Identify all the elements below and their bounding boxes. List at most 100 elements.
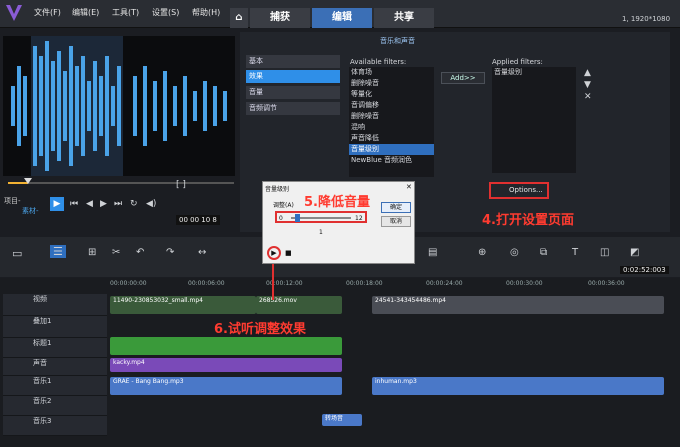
track-video[interactable]: 视频 — [3, 294, 107, 316]
storyboard-view-icon[interactable]: ▭ — [12, 247, 22, 260]
list-item[interactable]: 音调偏移 — [349, 100, 434, 111]
menu-edit[interactable]: 编辑(E) — [72, 7, 99, 18]
track-label: 声音 — [33, 359, 47, 367]
voice-clip[interactable]: kacky.mp4 — [110, 358, 342, 372]
mask-icon[interactable]: ◫ — [600, 247, 609, 258]
preview-window[interactable] — [3, 36, 235, 176]
track-music2[interactable]: 音乐2 — [3, 396, 107, 416]
slider-value: 1 — [319, 229, 323, 236]
category-basic[interactable]: 基本 — [246, 55, 340, 68]
timeline-view-icon[interactable]: ☰ — [50, 245, 66, 258]
menu-file[interactable]: 文件(F) — [34, 7, 61, 18]
move-down-icon[interactable]: ▼ — [584, 80, 591, 90]
list-item[interactable]: 删除噪音 — [349, 78, 434, 89]
move-up-icon[interactable]: ▲ — [584, 68, 591, 78]
tab-capture[interactable]: 捕获 — [250, 8, 310, 28]
options-button[interactable]: Options... — [489, 182, 549, 199]
adjust-label: 调整(A) — [273, 202, 294, 209]
track-overlay1[interactable]: 叠加1 — [3, 316, 107, 338]
list-item[interactable]: 等量化 — [349, 89, 434, 100]
available-label: Available filters: — [350, 58, 407, 66]
track-label: 音乐2 — [33, 397, 52, 405]
track-voice[interactable]: 声音 — [3, 358, 107, 376]
music-clip[interactable]: inhuman.mp3 — [372, 377, 664, 395]
fit-icon[interactable]: ↔ — [198, 247, 206, 258]
music-clip[interactable]: 转场音 — [322, 414, 362, 426]
timecode-display[interactable]: 00 00 10 8 — [176, 215, 220, 225]
list-item[interactable]: 删除噪音 — [349, 111, 434, 122]
track-title1[interactable]: 标题1 — [3, 338, 107, 358]
list-item[interactable]: 音量级别 — [492, 67, 576, 77]
music-clip[interactable]: GRAE - Bang Bang.mp3 — [110, 377, 342, 395]
annotation-step5: 5.降低音量 — [304, 195, 370, 210]
annotation-step6: 6.试听调整效果 — [214, 322, 306, 337]
redo-icon[interactable]: ↷ — [166, 247, 174, 258]
video-clip[interactable]: 11490-230853032_small.mp4 — [110, 296, 256, 314]
record-icon[interactable]: ⊞ — [88, 247, 96, 258]
repeat-icon[interactable]: ↻ — [130, 199, 138, 209]
title-clip[interactable] — [110, 337, 342, 355]
menu-help[interactable]: 帮助(H) — [192, 7, 220, 18]
ruler-tick: 00:00:36:00 — [588, 280, 625, 287]
list-item[interactable]: 混响 — [349, 122, 434, 133]
category-audio-adjust[interactable]: 音频调节 — [246, 102, 340, 115]
track-label: 叠加1 — [33, 317, 52, 325]
title-3d-icon[interactable]: T — [572, 247, 578, 258]
slider-min: 0 — [279, 215, 283, 222]
remove-filter-icon[interactable]: ✕ — [584, 92, 592, 102]
play-icon[interactable]: ▶ — [50, 197, 64, 211]
applied-filters-list[interactable]: 音量级别 — [492, 67, 576, 173]
material-label: 素材- — [22, 207, 39, 215]
video-clip[interactable]: 268526.mov — [256, 296, 342, 314]
menu-settings[interactable]: 设置(S) — [152, 7, 179, 18]
track-label: 标题1 — [33, 339, 52, 347]
track-music1[interactable]: 音乐1 — [3, 376, 107, 396]
home-icon[interactable]: ⌂ — [230, 8, 248, 28]
preview-play-icon[interactable]: ▶ — [267, 246, 281, 260]
tab-share[interactable]: 共享 — [374, 8, 434, 28]
category-volume[interactable]: 音量 — [246, 86, 340, 99]
app-logo — [4, 3, 24, 23]
undo-icon[interactable]: ↶ — [136, 247, 144, 258]
tab-edit[interactable]: 编辑 — [312, 8, 372, 28]
track-label: 视频 — [33, 295, 47, 303]
skip-start-icon[interactable]: ⏮ — [70, 199, 78, 209]
close-icon[interactable]: ✕ — [406, 183, 412, 191]
add-filter-button[interactable]: Add>> — [441, 72, 485, 84]
menu-tools[interactable]: 工具(T) — [112, 7, 139, 18]
track-icon[interactable]: ◎ — [510, 247, 519, 258]
color-icon[interactable]: ◩ — [630, 247, 639, 258]
available-filters-list[interactable]: 体育场 删除噪音 等量化 音调偏移 删除噪音 混响 声音降低 音量级别 NewB… — [349, 67, 434, 177]
skip-end-icon[interactable]: ⏭ — [114, 199, 122, 209]
video-clip[interactable]: 24541-343454486.mp4 — [372, 296, 664, 314]
ruler-tick: 00:00:18:00 — [346, 280, 383, 287]
ruler-tick: 00:00:24:00 — [426, 280, 463, 287]
slider-track — [291, 217, 351, 219]
prev-frame-icon[interactable]: ◀ — [86, 199, 93, 209]
panel-title: 音乐和声音 — [380, 37, 415, 45]
ruler-tick: 00:00:00:00 — [110, 280, 147, 287]
annotation-arrow — [272, 262, 274, 300]
subtitle-icon[interactable]: ▤ — [428, 247, 437, 258]
volume-icon[interactable]: ◀) — [146, 199, 156, 209]
mark-in-icon[interactable]: [ ] — [176, 180, 186, 190]
next-frame-icon[interactable]: ▶ — [100, 199, 107, 209]
list-item-selected[interactable]: 音量级别 — [349, 144, 434, 155]
slider-thumb[interactable] — [295, 214, 300, 222]
ok-button[interactable]: 确定 — [381, 202, 411, 213]
dialog-title: 音量级别 — [265, 186, 290, 193]
split-icon[interactable]: ⧉ — [540, 247, 547, 258]
timeline-timecode[interactable]: 0:02:52:003 — [620, 266, 669, 274]
list-item[interactable]: NewBlue 音频润色 — [349, 155, 434, 166]
mixer-icon[interactable]: ✂ — [112, 247, 120, 258]
cancel-button[interactable]: 取消 — [381, 216, 411, 227]
motion-icon[interactable]: ⊕ — [478, 247, 486, 258]
applied-label: Applied filters: — [492, 58, 543, 66]
list-item[interactable]: 体育场 — [349, 67, 434, 78]
list-item[interactable]: 声音降低 — [349, 133, 434, 144]
track-label: 音乐3 — [33, 417, 52, 425]
preview-stop-icon[interactable]: ■ — [285, 249, 292, 257]
category-effects[interactable]: 效果 — [246, 70, 340, 83]
track-music3[interactable]: 音乐3 — [3, 416, 107, 436]
scrub-bar[interactable] — [8, 178, 234, 188]
